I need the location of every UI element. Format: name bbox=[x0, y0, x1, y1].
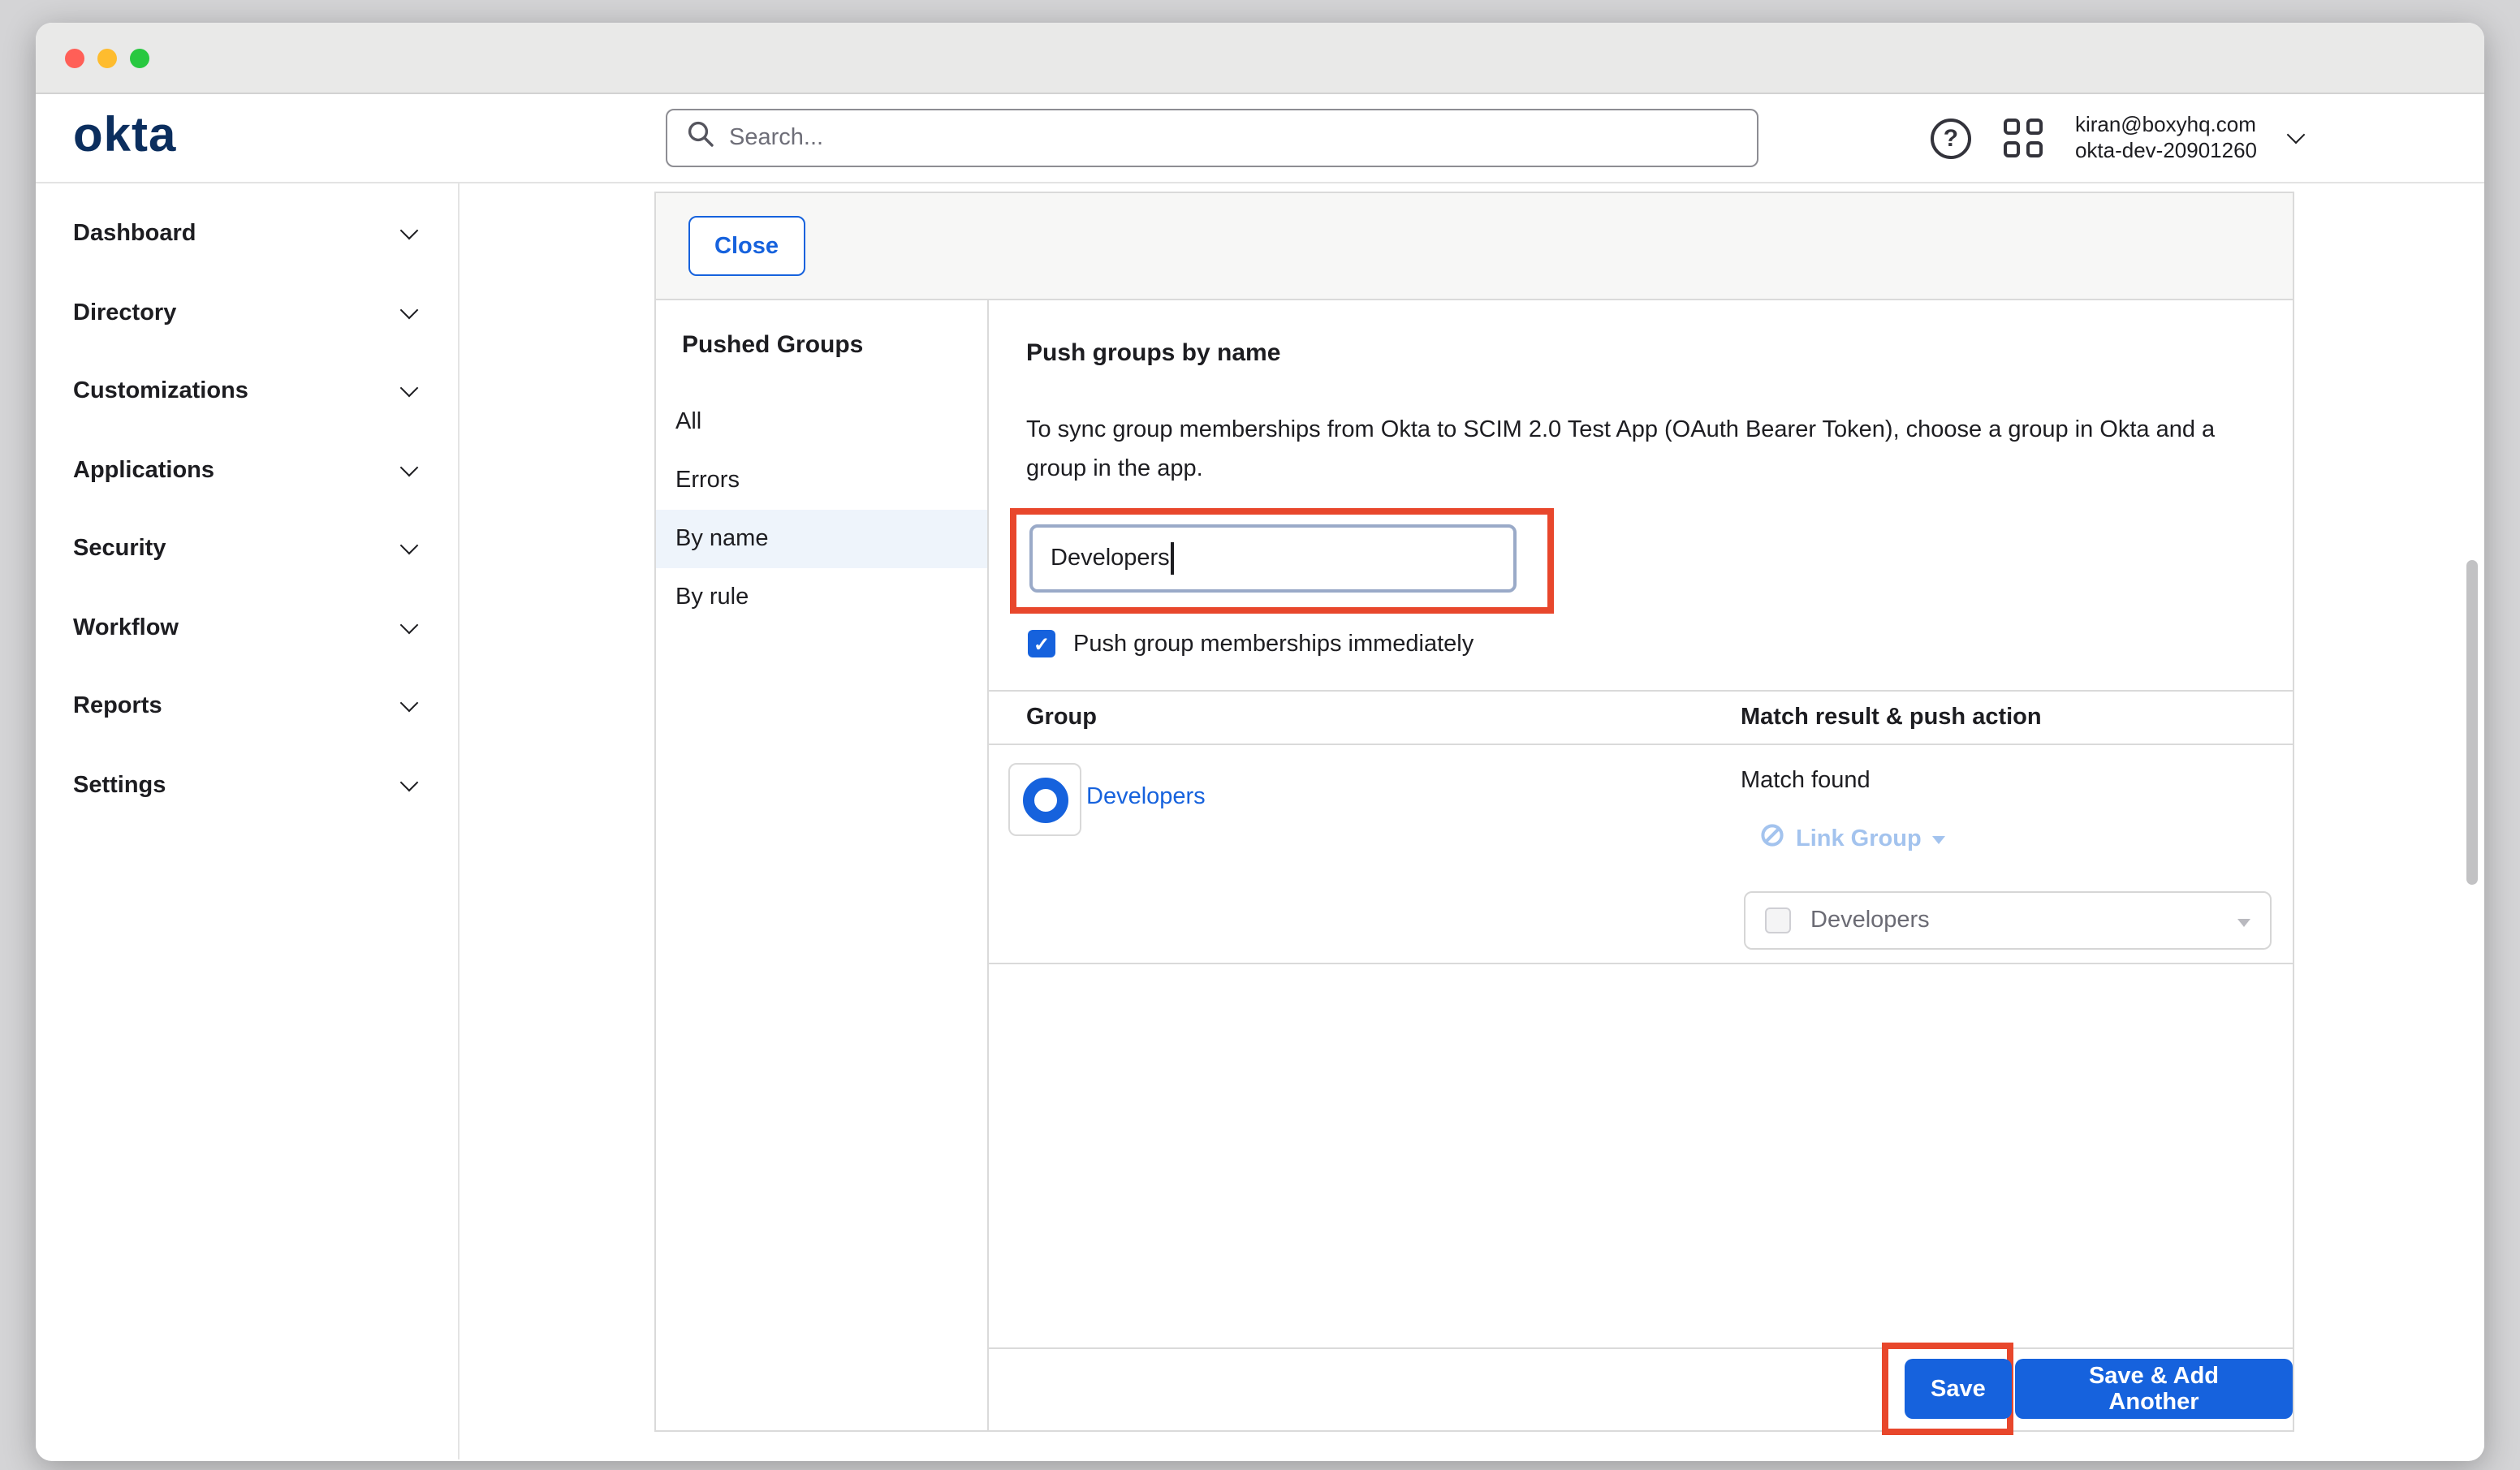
match-group-select[interactable]: Developers bbox=[1744, 891, 2272, 950]
sidebar-item-settings[interactable]: Settings bbox=[36, 746, 458, 825]
account-chevron-down-icon[interactable] bbox=[2287, 126, 2306, 144]
sidebar-item-applications[interactable]: Applications bbox=[36, 431, 458, 510]
column-header-match: Match result & push action bbox=[1741, 705, 2042, 731]
subnav-item-by-name[interactable]: By name bbox=[656, 510, 987, 568]
close-window-traffic-light[interactable] bbox=[65, 48, 84, 67]
sidebar-item-label: Directory bbox=[73, 300, 176, 326]
match-table-header: Group Match result & push action bbox=[989, 690, 2293, 745]
chevron-down-icon bbox=[400, 615, 419, 634]
subnav-title: Pushed Groups bbox=[682, 331, 987, 359]
push-immediately-checkbox[interactable]: ✓ bbox=[1028, 630, 1055, 657]
apps-grid-icon[interactable] bbox=[2004, 119, 2043, 157]
sidebar-item-label: Security bbox=[73, 537, 166, 563]
close-button[interactable]: Close bbox=[688, 216, 805, 276]
main-content: Close Pushed Groups All Errors By name B… bbox=[460, 183, 2484, 1459]
chevron-down-icon bbox=[400, 537, 419, 555]
desktop: okta ? kiran@boxyhq.com okta-dev-2090126… bbox=[0, 0, 2520, 1470]
pushed-groups-subnav: Pushed Groups All Errors By name By rule bbox=[656, 300, 987, 1432]
push-immediately-label: Push group memberships immediately bbox=[1073, 631, 1474, 657]
panel-body: Pushed Groups All Errors By name By rule… bbox=[656, 300, 2293, 1432]
sidebar-item-dashboard[interactable]: Dashboard bbox=[36, 195, 458, 274]
push-groups-panel: Close Pushed Groups All Errors By name B… bbox=[654, 192, 2294, 1432]
sidebar-item-security[interactable]: Security bbox=[36, 510, 458, 588]
group-name-input[interactable]: Developers bbox=[1029, 524, 1517, 593]
sidebar-item-directory[interactable]: Directory bbox=[36, 274, 458, 352]
okta-group-icon bbox=[1022, 777, 1068, 822]
app-body: Dashboard Directory Customizations Appli… bbox=[36, 183, 2484, 1459]
column-header-group: Group bbox=[1026, 705, 1097, 731]
sidebar-item-customizations[interactable]: Customizations bbox=[36, 352, 458, 431]
select-checkbox-icon bbox=[1765, 907, 1791, 933]
chevron-down-icon bbox=[400, 222, 419, 240]
footer-divider bbox=[989, 1347, 2293, 1349]
detail-description: To sync group memberships from Okta to S… bbox=[1026, 411, 2231, 489]
chevron-down-icon bbox=[400, 379, 419, 398]
group-name-link[interactable]: Developers bbox=[1086, 784, 1206, 810]
table-row-divider bbox=[989, 963, 2293, 964]
subnav-item-errors[interactable]: Errors bbox=[656, 451, 987, 510]
sidebar-item-label: Applications bbox=[73, 458, 214, 484]
push-immediately-row: ✓ Push group memberships immediately bbox=[1028, 630, 1474, 657]
sidebar-item-label: Settings bbox=[73, 773, 166, 799]
group-avatar bbox=[1008, 763, 1081, 836]
search-input[interactable] bbox=[729, 125, 1737, 151]
sidebar-item-reports[interactable]: Reports bbox=[36, 667, 458, 746]
help-icon[interactable]: ? bbox=[1931, 118, 1971, 158]
link-group-icon bbox=[1760, 823, 1784, 854]
chevron-down-icon bbox=[400, 694, 419, 713]
match-group-select-value: Developers bbox=[1810, 907, 1930, 933]
sidebar-item-label: Dashboard bbox=[73, 222, 196, 248]
subnav-item-all[interactable]: All bbox=[656, 393, 987, 451]
sidebar-item-workflow[interactable]: Workflow bbox=[36, 588, 458, 667]
push-by-name-detail: Push groups by name To sync group member… bbox=[987, 300, 2293, 1432]
save-add-another-button[interactable]: Save & Add Another bbox=[2015, 1359, 2293, 1419]
chevron-down-icon bbox=[400, 773, 419, 791]
browser-window: okta ? kiran@boxyhq.com okta-dev-2090126… bbox=[36, 23, 2484, 1461]
account-info[interactable]: kiran@boxyhq.com okta-dev-20901260 bbox=[2075, 112, 2257, 164]
okta-logo: okta bbox=[73, 109, 176, 164]
subnav-item-by-rule[interactable]: By rule bbox=[656, 568, 987, 627]
account-org: okta-dev-20901260 bbox=[2075, 138, 2257, 164]
zoom-window-traffic-light[interactable] bbox=[130, 48, 149, 67]
scrollbar-thumb[interactable] bbox=[2466, 560, 2478, 885]
sidebar-item-label: Customizations bbox=[73, 379, 248, 405]
account-email: kiran@boxyhq.com bbox=[2075, 112, 2257, 138]
sidebar-item-label: Workflow bbox=[73, 615, 179, 641]
global-search[interactable] bbox=[666, 109, 1758, 167]
search-icon bbox=[687, 120, 714, 156]
link-group-caret-down-icon bbox=[1933, 836, 1946, 844]
sidebar-item-label: Reports bbox=[73, 694, 162, 720]
window-titlebar bbox=[36, 23, 2484, 94]
group-name-input-value: Developers bbox=[1051, 545, 1170, 571]
save-button[interactable]: Save bbox=[1905, 1359, 2012, 1419]
minimize-window-traffic-light[interactable] bbox=[97, 48, 117, 67]
detail-title: Push groups by name bbox=[1026, 339, 1280, 367]
topbar-right-cluster: ? kiran@boxyhq.com okta-dev-20901260 bbox=[1931, 94, 2484, 182]
text-caret bbox=[1172, 542, 1174, 575]
chevron-down-icon bbox=[400, 458, 419, 476]
app-topbar: okta ? kiran@boxyhq.com okta-dev-2090126… bbox=[36, 94, 2484, 183]
link-group-label: Link Group bbox=[1796, 826, 1922, 851]
select-caret-down-icon bbox=[2237, 918, 2250, 926]
sidebar-nav: Dashboard Directory Customizations Appli… bbox=[36, 183, 460, 1459]
chevron-down-icon bbox=[400, 300, 419, 319]
link-group-dropdown[interactable]: Link Group bbox=[1760, 823, 1946, 854]
panel-toolbar: Close bbox=[656, 193, 2293, 300]
match-result-text: Match found bbox=[1741, 768, 1871, 794]
